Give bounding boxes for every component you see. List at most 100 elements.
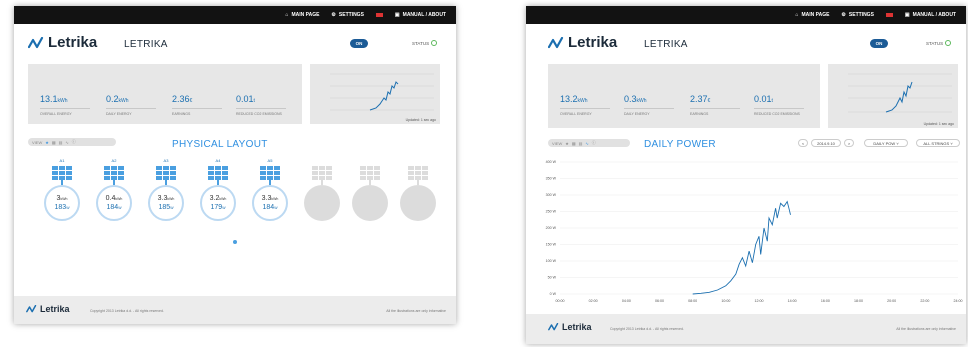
gear-icon: ⚙ — [331, 12, 336, 18]
x-tick-label: 22:00 — [920, 299, 929, 303]
x-tick-label: 14:00 — [788, 299, 797, 303]
brand-name: Letrika — [568, 34, 618, 51]
layout-view-icon[interactable]: ★ — [565, 141, 569, 146]
inverter-unit[interactable]: A5 3.3kWh 184W — [252, 158, 288, 238]
y-tick-label: 200 W — [546, 226, 557, 230]
on-toggle[interactable]: ON — [350, 39, 368, 48]
stat-value: 0.2 — [106, 94, 119, 104]
daily-power-chart-svg: 400 W 350 W 300 W 250 W 200 W 150 W 100 W 50 W 0… — [546, 160, 963, 303]
x-tick-label: 06:00 — [655, 299, 664, 303]
stat-unit: € — [189, 98, 193, 104]
nav-manual[interactable]: ▣ MANUAL / ABOUT — [395, 12, 446, 18]
inverter-unit[interactable]: A4 3.2kWh 179W — [200, 158, 236, 238]
empty-slot — [352, 158, 388, 238]
grid-view-icon[interactable]: ▦ — [572, 141, 576, 146]
inverter-power: 183 — [54, 204, 67, 211]
info-view-icon[interactable]: ⓘ — [72, 139, 76, 145]
layout-view-icon[interactable]: ★ — [45, 140, 49, 145]
inverter-unit[interactable]: A2 0.4kWh 184W — [96, 158, 132, 238]
illustrations-note: All the illustrations are only informati… — [896, 327, 956, 331]
daily-power-chart[interactable]: 400 W 350 W 300 W 250 W 200 W 150 W 100 W 50 W 0… — [526, 154, 966, 306]
info-view-icon[interactable]: ⓘ — [592, 140, 596, 146]
view-switcher[interactable]: VIEW ★ ▦ ▤ ∿ ⓘ — [28, 138, 116, 146]
header: Letrika LETRIKA ON STATUS — [14, 24, 456, 62]
on-toggle[interactable]: ON — [870, 39, 888, 48]
nav-manual-label: MANUAL / ABOUT — [912, 12, 956, 18]
stat-label: OVERALL ENERGY — [40, 108, 90, 116]
grid-view-icon[interactable]: ▦ — [52, 140, 56, 145]
top-nav: ⌂ MAIN PAGE ⚙ SETTINGS ▣ MANUAL / ABOUT — [14, 6, 456, 24]
brand-logo[interactable]: Letrika — [548, 34, 617, 51]
inverter-unit[interactable]: A3 3.3kWh 185W — [148, 158, 184, 238]
nav-main-page-label: MAIN PAGE — [801, 12, 830, 18]
inverter-power: 184 — [106, 204, 119, 211]
stat-earnings: 2.37€ EARNINGS — [690, 94, 740, 116]
view-switcher[interactable]: VIEW ★ ▦ ▤ ∿ ⓘ — [548, 139, 630, 147]
brand-logo[interactable]: Letrika — [28, 34, 97, 51]
kwh-unit: kWh — [219, 197, 227, 201]
letrika-logo-icon — [28, 36, 44, 48]
left-window: ⌂ MAIN PAGE ⚙ SETTINGS ▣ MANUAL / ABOUT … — [14, 6, 456, 324]
chart-view-icon[interactable]: ∿ — [585, 141, 588, 146]
nav-main-page[interactable]: ⌂ MAIN PAGE — [285, 12, 319, 18]
nav-main-page[interactable]: ⌂ MAIN PAGE — [795, 12, 829, 18]
solar-panel-icon — [156, 166, 176, 180]
stat-label: EARNINGS — [172, 108, 222, 116]
stat-value: 0.3 — [624, 94, 637, 104]
nav-settings[interactable]: ⚙ SETTINGS — [331, 12, 364, 18]
empty-slot — [400, 158, 436, 238]
page-indicator-dot[interactable] — [233, 240, 237, 244]
y-tick-label: 300 W — [546, 193, 557, 197]
stats-panel: 13.1kWh OVERALL ENERGY 0.2kWh DAILY ENER… — [28, 64, 302, 124]
chart-type-value: DAILY POW — [873, 140, 896, 146]
language-flag-icon[interactable] — [885, 13, 893, 17]
status-label: STATUS — [412, 40, 430, 46]
stat-earnings: 2.36€ EARNINGS — [172, 94, 222, 116]
chevron-down-icon: ˅ — [896, 140, 899, 146]
nav-settings[interactable]: ⚙ SETTINGS — [841, 12, 874, 18]
list-view-icon[interactable]: ▤ — [579, 141, 583, 146]
nav-manual[interactable]: ▣ MANUAL / ABOUT — [905, 12, 956, 18]
inverter-label: A4 — [215, 158, 221, 163]
stat-value: 13.2 — [560, 94, 578, 104]
installation-name: LETRIKA — [644, 39, 688, 50]
date-field[interactable]: 2014.9.10 — [811, 139, 841, 147]
mini-power-chart[interactable]: Updated: 1 sec ago — [310, 64, 440, 124]
stat-label: REDUCED CO2 EMISSIONS — [236, 108, 286, 116]
inverter-unit[interactable]: A1 3kWh 183W — [44, 158, 80, 238]
installation-name: LETRIKA — [124, 39, 168, 50]
solar-panel-icon — [104, 166, 124, 180]
x-tick-label: 08:00 — [688, 299, 697, 303]
strings-select[interactable]: ALL STRINGS ˅ — [916, 139, 960, 147]
empty-panel-icon — [312, 166, 332, 180]
y-tick-label: 0 W — [550, 292, 557, 296]
mini-chart-updated: Updated: 1 sec ago — [405, 118, 436, 122]
chart-type-select[interactable]: DAILY POW ˅ — [864, 139, 908, 147]
stat-unit: t — [771, 98, 773, 104]
language-flag-icon[interactable] — [375, 13, 383, 17]
mini-power-chart[interactable]: Updated: 1 sec ago — [828, 64, 958, 128]
stat-unit: kWh — [57, 98, 68, 104]
illustrations-note: All the illustrations are only informati… — [386, 309, 446, 313]
x-tick-label: 16:00 — [821, 299, 830, 303]
stat-value: 2.36 — [172, 94, 190, 104]
kwh-unit: kWh — [60, 197, 68, 201]
letrika-logo-icon — [548, 323, 559, 331]
x-tick-label: 18:00 — [854, 299, 863, 303]
chart-view-icon[interactable]: ∿ — [65, 140, 68, 145]
x-tick-label: 00:00 — [556, 299, 565, 303]
section-title: DAILY POWER — [644, 139, 716, 150]
stat-daily-energy: 0.2kWh DAILY ENERGY — [106, 94, 156, 116]
gear-icon: ⚙ — [841, 12, 846, 18]
stat-value: 0.01 — [754, 94, 772, 104]
strings-value: ALL STRINGS — [923, 140, 950, 146]
w-unit: W — [274, 206, 278, 210]
prev-day-button[interactable]: < — [798, 139, 808, 147]
inverter-power: 185 — [158, 204, 171, 211]
y-tick-label: 50 W — [548, 276, 557, 280]
list-view-icon[interactable]: ▤ — [59, 140, 63, 145]
letrika-logo-icon — [548, 36, 564, 48]
inverter-label: A1 — [59, 158, 65, 163]
next-day-button[interactable]: > — [844, 139, 854, 147]
stat-label: DAILY ENERGY — [106, 108, 156, 116]
